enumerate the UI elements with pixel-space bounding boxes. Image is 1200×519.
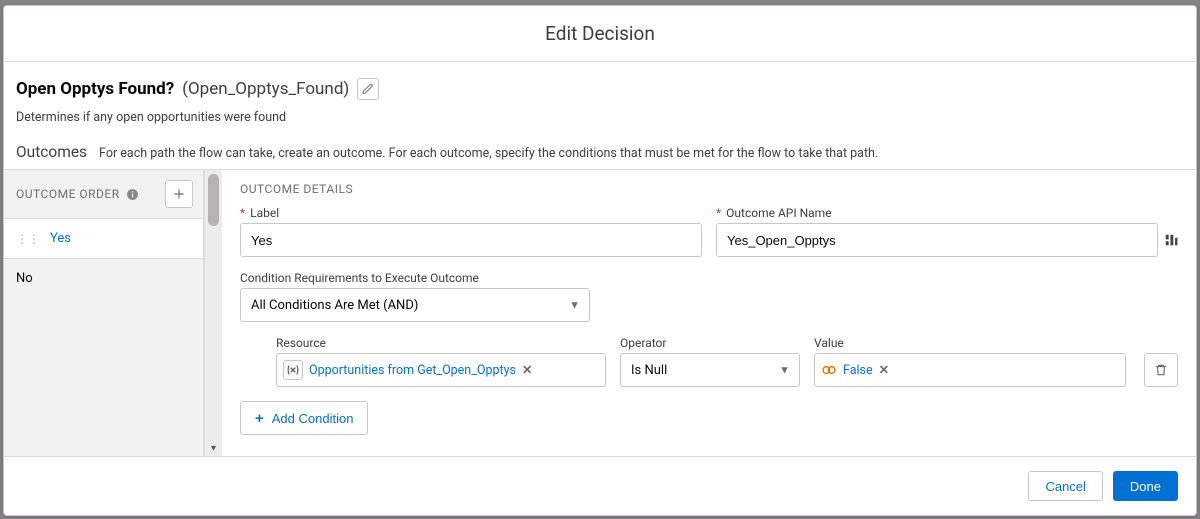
value-col: Value False ✕ [814,336,1126,387]
decision-label: Open Opptys Found? [16,79,174,99]
value-pill-text: False [843,363,873,378]
outcome-item-label: Yes [50,231,71,246]
resource-input[interactable]: Opportunities from Get_Open_Opptys ✕ [276,353,606,387]
resource-pill: Opportunities from Get_Open_Opptys ✕ [283,360,532,380]
conditions-block: Resource [240,336,1178,435]
outcome-item-label: No [16,271,33,286]
plus-icon [172,187,186,201]
cond-req-select[interactable]: All Conditions Are Met (AND) [240,288,590,322]
cond-req-selected: All Conditions Are Met (AND) [251,298,418,313]
decision-description: Determines if any open opportunities wer… [4,100,1196,143]
details-header: OUTCOME DETAILS [240,182,1178,196]
resource-label: Resource [276,336,606,350]
resource-col: Resource [276,336,606,387]
collection-variable-icon [283,360,303,380]
required-indicator: * [716,206,721,220]
label-field: * Label [240,206,702,257]
operator-select-wrap: Is Null ▼ [620,353,800,387]
api-name-wrap [716,223,1178,257]
remove-value-icon[interactable]: ✕ [879,362,889,378]
cond-req-select-wrap: All Conditions Are Met (AND) ▼ [240,288,590,322]
operator-col: Operator Is Null ▼ [620,336,800,387]
value-label: Value [814,336,1126,350]
decision-api-name: (Open_Opptys_Found) [182,79,349,99]
label-api-row: * Label * Outcome API Name [240,206,1178,257]
label-input[interactable] [240,223,702,257]
outcome-item-no[interactable]: No [4,259,203,298]
sidebar-header: OUTCOME ORDER [4,170,203,219]
add-condition-label: Add Condition [272,411,354,426]
outcomes-heading: Outcomes [16,143,87,161]
outcomes-help-text: For each path the flow can take, create … [99,146,878,161]
outcome-order-sidebar: OUTCOME ORDER ⋮⋮ Yes No [4,170,204,456]
info-icon[interactable] [126,188,139,201]
trash-icon [1154,363,1168,377]
global-constant-icon [821,362,837,378]
outcome-order-label: OUTCOME ORDER [16,187,120,201]
toggle-api-icon[interactable] [1164,232,1178,248]
operator-selected: Is Null [631,363,667,378]
outcomes-heading-row: Outcomes For each path the flow can take… [4,143,1196,169]
viewport: Edit Decision Open Opptys Found? (Open_O… [0,0,1200,519]
value-input[interactable]: False ✕ [814,353,1126,387]
api-name-field-label: Outcome API Name [726,206,831,220]
api-name-input[interactable] [716,223,1158,257]
details-pane: OUTCOME DETAILS * Label * [222,170,1196,456]
drag-handle-icon[interactable]: ⋮⋮ [16,232,40,246]
operator-select[interactable]: Is Null [620,353,800,387]
add-condition-button[interactable]: + Add Condition [240,401,368,435]
delete-condition-button[interactable] [1144,353,1178,387]
done-button[interactable]: Done [1113,471,1178,501]
cond-req-label: Condition Requirements to Execute Outcom… [240,271,1178,285]
delete-condition-wrap [1140,336,1178,387]
content-split: OUTCOME ORDER ⋮⋮ Yes No [4,169,1196,456]
api-name-field: * Outcome API Name [716,206,1178,257]
modal-footer: Cancel Done [4,456,1196,515]
condition-row-1: Resource [240,336,1178,387]
edit-name-button[interactable] [357,78,379,100]
plus-icon: + [255,410,264,427]
edit-decision-modal: Edit Decision Open Opptys Found? (Open_O… [3,5,1197,516]
remove-resource-icon[interactable]: ✕ [522,362,532,378]
pencil-icon [362,83,374,95]
required-indicator: * [240,206,245,220]
sidebar-scrollbar[interactable] [204,170,222,456]
decision-heading-row: Open Opptys Found? (Open_Opptys_Found) [4,62,1196,100]
add-outcome-button[interactable] [165,180,193,208]
cancel-button[interactable]: Cancel [1028,471,1102,501]
outcome-list: ⋮⋮ Yes No [4,219,203,456]
resource-pill-text: Opportunities from Get_Open_Opptys [309,363,516,378]
modal-title: Edit Decision [4,6,1196,62]
operator-label: Operator [620,336,800,350]
outcome-item-yes[interactable]: ⋮⋮ Yes [4,219,203,259]
value-pill: False ✕ [821,362,889,378]
condition-req-field: Condition Requirements to Execute Outcom… [240,271,1178,322]
label-field-label: Label [250,206,279,220]
